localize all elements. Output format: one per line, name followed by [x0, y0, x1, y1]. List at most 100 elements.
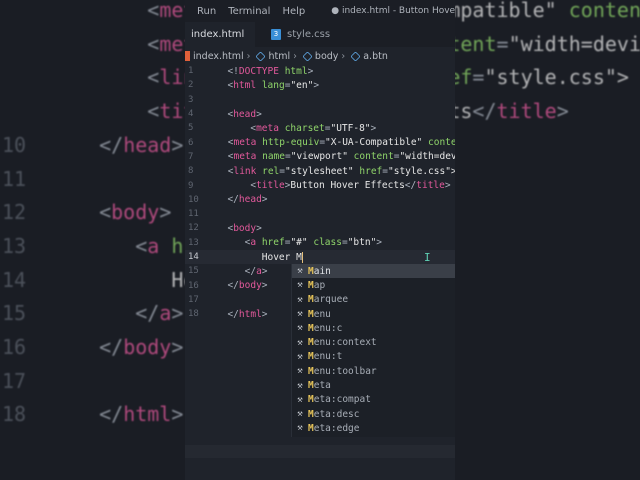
suggestion-item[interactable]: ⚒ Meta:desc: [292, 407, 455, 421]
code-token: </: [227, 280, 239, 292]
code-token: body: [111, 200, 160, 225]
code-token: </: [227, 308, 239, 320]
code-token: <!: [227, 65, 239, 77]
code-line[interactable]: 12 < body >: [185, 221, 455, 235]
code-token: >: [256, 222, 262, 234]
suggestion-item[interactable]: ⚒ Menu: [292, 307, 455, 321]
menu-help[interactable]: Help: [282, 6, 305, 17]
wrench-icon: ⚒: [297, 337, 303, 348]
code-line[interactable]: 6 < meta http-equiv = "X-UA-Compatible" con…: [185, 135, 455, 149]
line-number: 18: [188, 309, 199, 320]
suggestion-item[interactable]: ⚒ Meta:edge: [292, 421, 455, 435]
line-number: 11: [188, 209, 199, 220]
menu-terminal[interactable]: Terminal: [228, 6, 270, 17]
breadcrumb-body[interactable]: body: [315, 51, 339, 62]
code-token: >: [307, 65, 314, 77]
code-token: </: [99, 132, 124, 157]
suggestion-label: Main: [308, 265, 331, 277]
code-token: </: [404, 180, 417, 192]
suggestion-item[interactable]: ⚒ Main: [292, 264, 455, 279]
autocomplete-list: ⚒ Main ⚒ Map ⚒ Marquee ⚒ Menu ⚒ Menu:c ⚒ Menu:…: [291, 264, 455, 437]
breadcrumb-html[interactable]: html: [268, 51, 290, 62]
suggestion-item[interactable]: ⚒ Meta:compat: [292, 393, 455, 407]
line-number: 18: [2, 402, 27, 427]
code-token: title: [416, 180, 445, 192]
tab-index-html[interactable]: index.html: [185, 22, 255, 47]
code-line[interactable]: 9 < title > Button Hover Effects </title >: [185, 178, 455, 192]
code-line[interactable]: 2 < html lang = "en" >: [185, 78, 455, 92]
suggestion-label: Map: [308, 279, 326, 291]
breadcrumb-file[interactable]: index.html: [193, 51, 244, 62]
suggestion-item[interactable]: ⚒ Meta: [292, 378, 455, 392]
background-code-line: 10 </head>: [0, 128, 183, 162]
code-token: </: [472, 99, 497, 124]
line-number: 4: [188, 109, 194, 120]
menu-run[interactable]: Run: [197, 6, 216, 17]
line-number: 11: [2, 166, 27, 191]
suggestion-label: Meta: [308, 380, 331, 392]
code-token: "width=device: [508, 31, 640, 56]
code-token: "#": [290, 237, 308, 249]
line-number: 17: [188, 294, 199, 305]
code-token: Hover M: [216, 251, 302, 263]
suggestion-item[interactable]: ⚒ Menu:toolbar: [292, 364, 455, 378]
code-token: title: [496, 99, 557, 124]
code-token: "btn": [347, 237, 377, 249]
line-number: 12: [2, 200, 27, 225]
line-number: 5: [188, 123, 194, 134]
code-token: head: [123, 132, 172, 157]
line-number: 12: [188, 223, 199, 234]
tab-style-css[interactable]: 3 style.css: [255, 22, 336, 47]
menu-bar: Run Terminal Help ● index.html - Button …: [185, 0, 455, 22]
suggestion-item[interactable]: ⚒ Map: [292, 278, 455, 292]
code-line[interactable]: 11: [185, 207, 455, 221]
code-token: "X-UA-Compatible": [325, 137, 423, 149]
suggestion-item[interactable]: ⚒ Menu:c: [292, 321, 455, 335]
wrench-icon: ⚒: [297, 366, 303, 377]
code-line[interactable]: 10 </head >: [185, 193, 455, 207]
background-code-line: 16 </body>: [0, 330, 183, 364]
code-token: "en": [290, 79, 314, 91]
code-token: >: [171, 335, 184, 359]
suggestion-item[interactable]: ⚒ Menu:t: [292, 350, 455, 364]
code-line[interactable]: 8 < link rel = "stylesheet" href = "style.css…: [185, 164, 455, 178]
tab-label: style.css: [287, 29, 331, 40]
suggestion-item[interactable]: ⚒ Marquee: [292, 293, 455, 307]
line-number: 10: [2, 132, 27, 157]
code-token: <: [99, 200, 112, 225]
suggestion-label: Meta:desc: [308, 408, 360, 420]
code-token: content: [568, 0, 640, 22]
code-line[interactable]: 4 < head >: [185, 107, 455, 121]
suggestion-item[interactable]: ⚒ Menu:context: [292, 335, 455, 349]
wrench-icon: ⚒: [297, 294, 303, 305]
code-token: >: [261, 265, 268, 277]
code-line[interactable]: 3: [185, 93, 455, 107]
text-cursor: [301, 251, 304, 263]
breadcrumb-a-btn[interactable]: a.btn: [363, 51, 388, 62]
code-line[interactable]: 7 < meta name = "viewport" content = "width=d…: [185, 150, 455, 164]
code-token: a: [159, 301, 172, 326]
suggestion-label: Menu:t: [308, 351, 343, 363]
code-line[interactable]: 13 < a href = "#" class = "btn" >: [185, 236, 455, 250]
code-token: charset: [284, 122, 325, 134]
code-token: >: [159, 200, 172, 225]
code-token: <: [147, 31, 160, 56]
wrench-icon: ⚒: [297, 351, 303, 362]
suggestion-label: Marquee: [308, 294, 349, 306]
code-line[interactable]: 5 < meta charset = "UTF-8" >: [185, 121, 455, 135]
code-line[interactable]: 1 <! DOCTYPE html >: [185, 64, 455, 78]
code-token: title: [256, 180, 285, 192]
code-line[interactable]: 14 Hover M I: [185, 249, 455, 265]
